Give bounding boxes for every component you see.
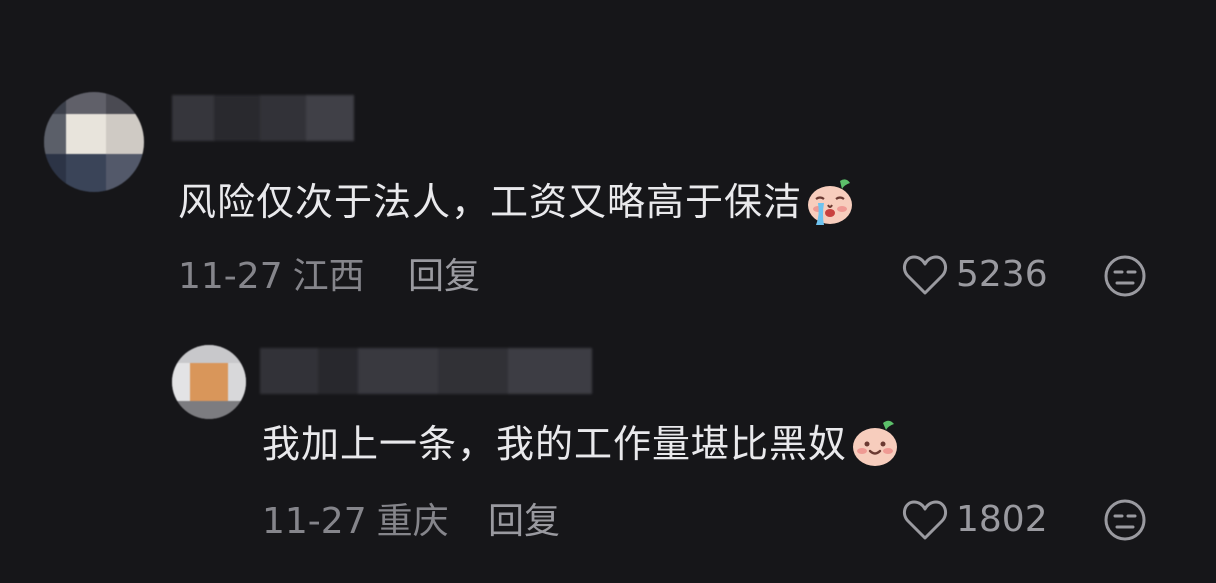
comment-meta: 11-27 江西 (178, 254, 365, 300)
username[interactable] (260, 348, 592, 394)
comment-date: 11-27 (262, 501, 367, 542)
dislike-face-icon[interactable] (1102, 497, 1148, 543)
comment-item: 风险仅次于法人，工资又略高于保洁 11-27 江西 回复 5236 (0, 0, 1216, 310)
comment-meta: 11-27 重庆 (262, 499, 449, 545)
comment-date: 11-27 (178, 256, 283, 297)
smiling-face-icon (853, 420, 898, 466)
dislike-face-icon[interactable] (1102, 253, 1148, 299)
comment-thread: 风险仅次于法人，工资又略高于保洁 11-27 江西 回复 5236 我加上一条，… (0, 0, 1216, 583)
comment-item: 我加上一条，我的工作量堪比黑奴 11-27 重庆 回复 1802 (0, 310, 1216, 583)
comment-text: 风险仅次于法人，工资又略高于保洁 (178, 178, 856, 231)
like-button[interactable]: 1802 (902, 497, 1048, 543)
comment-region: 重庆 (376, 501, 449, 542)
heart-icon (902, 255, 948, 295)
like-count: 5236 (956, 254, 1048, 295)
username[interactable] (172, 95, 354, 141)
avatar[interactable] (44, 92, 144, 192)
reply-button[interactable]: 回复 (488, 499, 560, 545)
reply-button[interactable]: 回复 (408, 254, 480, 300)
like-button[interactable]: 5236 (902, 252, 1048, 298)
comment-text: 我加上一条，我的工作量堪比黑奴 (262, 420, 901, 473)
crying-face-icon (808, 178, 853, 225)
like-count: 1802 (956, 499, 1048, 540)
heart-icon (902, 500, 948, 540)
avatar[interactable] (172, 345, 246, 419)
comment-region: 江西 (292, 256, 365, 297)
